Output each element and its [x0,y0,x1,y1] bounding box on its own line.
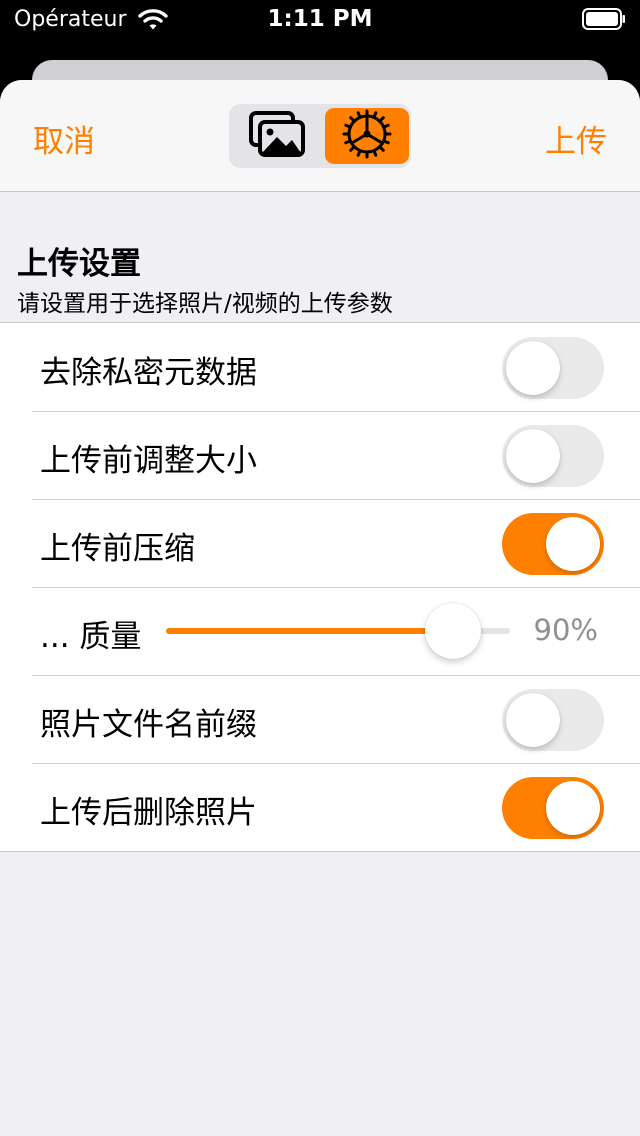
settings-gear-icon [342,109,392,163]
toggle-knob [506,341,560,395]
quality-slider-fill [166,628,454,634]
resize-label: 上传前调整大小 [40,443,257,479]
status-bar: Opérateur 1:11 PM [0,0,640,40]
quality-label: ... 质量 [40,619,142,655]
quality-slider[interactable] [166,603,510,659]
filename-prefix-toggle[interactable] [502,689,604,751]
strip-metadata-row: 去除私密元数据 [0,323,640,411]
toggle-knob [546,781,600,835]
compress-toggle[interactable] [502,513,604,575]
quality-row: ... 质量 90% [0,587,640,675]
settings-list: 去除私密元数据 上传前调整大小 上传前压缩 ... 质量 90% 照片文件名前缀… [0,322,640,852]
screen: Opérateur 1:11 PM 取消 上传 上传设置 请设置用于选择照片/视… [0,0,640,1136]
compress-row: 上传前压缩 [0,499,640,587]
quality-slider-thumb[interactable] [425,603,482,659]
segment-photos[interactable] [235,108,319,164]
resize-toggle[interactable] [502,425,604,487]
toggle-knob [506,693,560,747]
toggle-knob [506,429,560,483]
navigation-bar: 取消 上传 [0,80,640,192]
battery-icon [582,8,626,34]
toggle-knob [546,517,600,571]
quality-value: 90% [533,613,598,647]
status-time: 1:11 PM [267,6,373,32]
upload-button[interactable]: 上传 [545,116,607,161]
delete-after-label: 上传后删除照片 [40,795,257,831]
resize-row: 上传前调整大小 [0,411,640,499]
section-subtitle: 请设置用于选择照片/视频的上传参数 [17,291,393,317]
strip-metadata-toggle[interactable] [502,337,604,399]
strip-metadata-label: 去除私密元数据 [40,355,257,391]
section-title: 上传设置 [17,246,141,282]
filename-prefix-row: 照片文件名前缀 [0,675,640,763]
filename-prefix-label: 照片文件名前缀 [40,707,257,743]
upload-settings-sheet: 取消 上传 上传设置 请设置用于选择照片/视频的上传参数 去除私密元数据 上传前… [0,80,640,1136]
delete-after-row: 上传后删除照片 [0,763,640,851]
delete-after-toggle[interactable] [502,777,604,839]
compress-label: 上传前压缩 [40,531,195,567]
cancel-button[interactable]: 取消 [33,116,95,161]
segment-settings[interactable] [325,108,409,164]
photos-icon [248,110,306,162]
mode-segmented-control [229,104,411,168]
